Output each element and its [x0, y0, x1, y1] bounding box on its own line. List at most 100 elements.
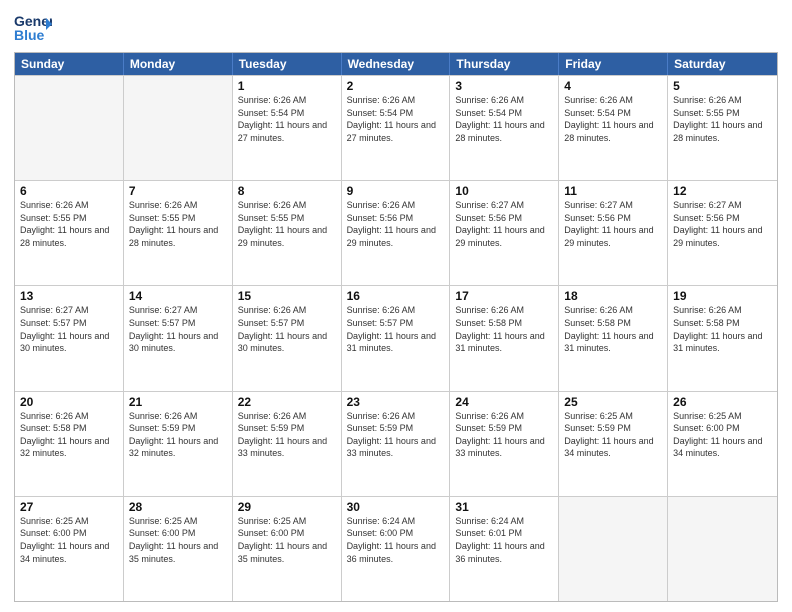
day-number: 18 — [564, 289, 662, 303]
cell-info: Sunrise: 6:26 AMSunset: 5:55 PMDaylight:… — [129, 200, 218, 248]
cell-info: Sunrise: 6:26 AMSunset: 5:59 PMDaylight:… — [129, 411, 218, 459]
cell-info: Sunrise: 6:25 AMSunset: 6:00 PMDaylight:… — [20, 516, 109, 564]
cell-info: Sunrise: 6:26 AMSunset: 5:59 PMDaylight:… — [238, 411, 327, 459]
day-number: 12 — [673, 184, 772, 198]
day-number: 24 — [455, 395, 553, 409]
cell-info: Sunrise: 6:25 AMSunset: 6:00 PMDaylight:… — [673, 411, 762, 459]
cell-info: Sunrise: 6:27 AMSunset: 5:56 PMDaylight:… — [455, 200, 544, 248]
cal-header-cell-thursday: Thursday — [450, 53, 559, 75]
day-number: 29 — [238, 500, 336, 514]
cell-info: Sunrise: 6:26 AMSunset: 5:54 PMDaylight:… — [347, 95, 436, 143]
cal-week-4: 27 Sunrise: 6:25 AMSunset: 6:00 PMDayligh… — [15, 496, 777, 601]
cell-info: Sunrise: 6:26 AMSunset: 5:55 PMDaylight:… — [238, 200, 327, 248]
day-number: 7 — [129, 184, 227, 198]
cell-info: Sunrise: 6:26 AMSunset: 5:54 PMDaylight:… — [455, 95, 544, 143]
cal-cell: 13 Sunrise: 6:27 AMSunset: 5:57 PMDayligh… — [15, 286, 124, 390]
cell-info: Sunrise: 6:24 AMSunset: 6:01 PMDaylight:… — [455, 516, 544, 564]
cal-cell: 7 Sunrise: 6:26 AMSunset: 5:55 PMDaylight… — [124, 181, 233, 285]
cal-cell: 22 Sunrise: 6:26 AMSunset: 5:59 PMDayligh… — [233, 392, 342, 496]
cal-cell: 9Sunrise: 6:26 AMSunset: 5:56 PMDaylight… — [342, 181, 451, 285]
cell-info: Sunrise: 6:27 AMSunset: 5:57 PMDaylight:… — [20, 305, 109, 353]
cell-info: Sunrise: 6:26 AMSunset: 5:58 PMDaylight:… — [455, 305, 544, 353]
day-number: 8 — [238, 184, 336, 198]
cal-cell: 17 Sunrise: 6:26 AMSunset: 5:58 PMDayligh… — [450, 286, 559, 390]
cal-cell: 1 Sunrise: 6:26 AMSunset: 5:54 PMDaylight… — [233, 76, 342, 180]
cell-info: Sunrise: 6:26 AMSunset: 5:55 PMDaylight:… — [673, 95, 762, 143]
cal-cell: 26 Sunrise: 6:25 AMSunset: 6:00 PMDayligh… — [668, 392, 777, 496]
page: General Blue SundayMondayTuesdayWednesda… — [0, 0, 792, 612]
day-number: 13 — [20, 289, 118, 303]
cal-header-cell-monday: Monday — [124, 53, 233, 75]
day-number: 20 — [20, 395, 118, 409]
day-number: 21 — [129, 395, 227, 409]
cal-cell: 18 Sunrise: 6:26 AMSunset: 5:58 PMDayligh… — [559, 286, 668, 390]
cal-cell: 11 Sunrise: 6:27 AMSunset: 5:56 PMDayligh… — [559, 181, 668, 285]
cell-info: Sunrise: 6:26 AMSunset: 5:54 PMDaylight:… — [564, 95, 653, 143]
cal-cell: 24 Sunrise: 6:26 AMSunset: 5:59 PMDayligh… — [450, 392, 559, 496]
day-number: 4 — [564, 79, 662, 93]
cell-info: Sunrise: 6:25 AMSunset: 6:00 PMDaylight:… — [238, 516, 327, 564]
cell-info: Sunrise: 6:27 AMSunset: 5:56 PMDaylight:… — [673, 200, 762, 248]
cell-info: Sunrise: 6:26 AMSunset: 5:58 PMDaylight:… — [564, 305, 653, 353]
day-number: 9 — [347, 184, 445, 198]
cal-cell: 29 Sunrise: 6:25 AMSunset: 6:00 PMDayligh… — [233, 497, 342, 601]
cal-header-cell-tuesday: Tuesday — [233, 53, 342, 75]
cell-info: Sunrise: 6:26 AMSunset: 5:57 PMDaylight:… — [238, 305, 327, 353]
cal-cell: 6Sunrise: 6:26 AMSunset: 5:55 PMDaylight… — [15, 181, 124, 285]
day-number: 30 — [347, 500, 445, 514]
day-number: 27 — [20, 500, 118, 514]
cal-header-cell-saturday: Saturday — [668, 53, 777, 75]
cal-cell: 16 Sunrise: 6:26 AMSunset: 5:57 PMDayligh… — [342, 286, 451, 390]
cal-cell: 15Sunrise: 6:26 AMSunset: 5:57 PMDayligh… — [233, 286, 342, 390]
cell-info: Sunrise: 6:26 AMSunset: 5:55 PMDaylight:… — [20, 200, 109, 248]
calendar: SundayMondayTuesdayWednesdayThursdayFrid… — [14, 52, 778, 602]
svg-text:Blue: Blue — [14, 27, 45, 43]
cal-cell: 4 Sunrise: 6:26 AMSunset: 5:54 PMDaylight… — [559, 76, 668, 180]
cell-info: Sunrise: 6:26 AMSunset: 5:59 PMDaylight:… — [347, 411, 436, 459]
day-number: 25 — [564, 395, 662, 409]
cal-cell: 3Sunrise: 6:26 AMSunset: 5:54 PMDaylight… — [450, 76, 559, 180]
cell-info: Sunrise: 6:27 AMSunset: 5:57 PMDaylight:… — [129, 305, 218, 353]
cal-cell: 21 Sunrise: 6:26 AMSunset: 5:59 PMDayligh… — [124, 392, 233, 496]
cal-cell: 8 Sunrise: 6:26 AMSunset: 5:55 PMDaylight… — [233, 181, 342, 285]
cal-cell — [15, 76, 124, 180]
day-number: 19 — [673, 289, 772, 303]
cal-week-1: 6Sunrise: 6:26 AMSunset: 5:55 PMDaylight… — [15, 180, 777, 285]
cal-cell: 2Sunrise: 6:26 AMSunset: 5:54 PMDaylight… — [342, 76, 451, 180]
logo-icon: General Blue — [14, 10, 52, 46]
day-number: 16 — [347, 289, 445, 303]
day-number: 26 — [673, 395, 772, 409]
cal-cell: 27 Sunrise: 6:25 AMSunset: 6:00 PMDayligh… — [15, 497, 124, 601]
day-number: 22 — [238, 395, 336, 409]
cal-cell: 5 Sunrise: 6:26 AMSunset: 5:55 PMDaylight… — [668, 76, 777, 180]
day-number: 17 — [455, 289, 553, 303]
day-number: 10 — [455, 184, 553, 198]
calendar-body: 1 Sunrise: 6:26 AMSunset: 5:54 PMDaylight… — [15, 75, 777, 601]
cell-info: Sunrise: 6:26 AMSunset: 5:54 PMDaylight:… — [238, 95, 327, 143]
cal-cell: 14 Sunrise: 6:27 AMSunset: 5:57 PMDayligh… — [124, 286, 233, 390]
cell-info: Sunrise: 6:27 AMSunset: 5:56 PMDaylight:… — [564, 200, 653, 248]
day-number: 14 — [129, 289, 227, 303]
cal-cell: 28Sunrise: 6:25 AMSunset: 6:00 PMDayligh… — [124, 497, 233, 601]
cal-cell — [559, 497, 668, 601]
cal-header-cell-wednesday: Wednesday — [342, 53, 451, 75]
cal-week-2: 13 Sunrise: 6:27 AMSunset: 5:57 PMDayligh… — [15, 285, 777, 390]
cal-cell: 31 Sunrise: 6:24 AMSunset: 6:01 PMDayligh… — [450, 497, 559, 601]
cell-info: Sunrise: 6:25 AMSunset: 6:00 PMDaylight:… — [129, 516, 218, 564]
cell-info: Sunrise: 6:24 AMSunset: 6:00 PMDaylight:… — [347, 516, 436, 564]
day-number: 31 — [455, 500, 553, 514]
day-number: 23 — [347, 395, 445, 409]
cal-cell: 19Sunrise: 6:26 AMSunset: 5:58 PMDayligh… — [668, 286, 777, 390]
day-number: 5 — [673, 79, 772, 93]
cal-week-0: 1 Sunrise: 6:26 AMSunset: 5:54 PMDaylight… — [15, 75, 777, 180]
cal-week-3: 20Sunrise: 6:26 AMSunset: 5:58 PMDayligh… — [15, 391, 777, 496]
day-number: 1 — [238, 79, 336, 93]
cal-cell — [124, 76, 233, 180]
logo: General Blue — [14, 10, 52, 46]
cell-info: Sunrise: 6:26 AMSunset: 5:57 PMDaylight:… — [347, 305, 436, 353]
cell-info: Sunrise: 6:26 AMSunset: 5:59 PMDaylight:… — [455, 411, 544, 459]
cal-header-cell-friday: Friday — [559, 53, 668, 75]
cal-cell: 25 Sunrise: 6:25 AMSunset: 5:59 PMDayligh… — [559, 392, 668, 496]
cell-info: Sunrise: 6:25 AMSunset: 5:59 PMDaylight:… — [564, 411, 653, 459]
day-number: 11 — [564, 184, 662, 198]
